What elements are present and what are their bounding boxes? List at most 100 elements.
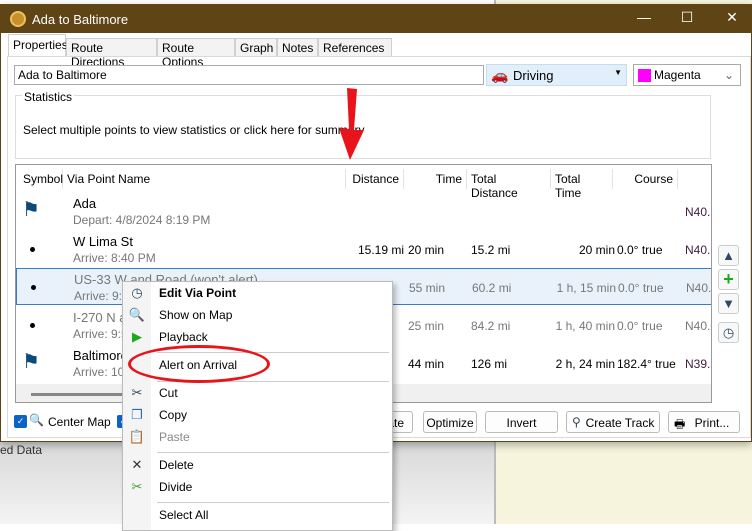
- cell-total-time: 1 h, 40 min: [555, 319, 615, 333]
- column-header-total-time[interactable]: Total Time: [551, 169, 613, 200]
- statistics-label: Statistics: [22, 90, 75, 104]
- tab-properties[interactable]: Properties: [8, 34, 68, 56]
- move-down-button[interactable]: ▼: [718, 293, 739, 314]
- cell-time: 20 min: [408, 243, 445, 257]
- move-up-button[interactable]: ▲: [718, 245, 739, 266]
- annotation-arrow: [339, 88, 364, 160]
- column-header-name[interactable]: Via Point Name: [63, 169, 346, 189]
- title-bar[interactable]: Ada to Baltimore — ☐ ✕: [1, 5, 751, 33]
- color-swatch: [638, 69, 651, 82]
- center-map-label: Center Map: [48, 415, 111, 429]
- column-header-distance[interactable]: Distance: [346, 169, 404, 189]
- dropdown-arrow-icon: ▼: [614, 68, 622, 77]
- menu-item-select-all[interactable]: Select All: [159, 508, 208, 522]
- mode-dropdown[interactable]: 🚗 Driving ▼: [486, 64, 627, 86]
- table-row[interactable]: W Lima St Arrive: 8:40 PM 15.19 mi 20 min 15…: [16, 231, 711, 268]
- statistics-message[interactable]: Select multiple points to view statistic…: [23, 123, 364, 137]
- mode-value: Driving: [513, 68, 554, 83]
- copy-icon: ❐: [131, 407, 143, 422]
- annotation-ellipse: [128, 345, 270, 383]
- via-point-name: W Lima St: [73, 234, 133, 249]
- cell-total-time: 1 h, 15 min: [556, 281, 616, 295]
- window-title: Ada to Baltimore: [32, 12, 129, 27]
- maximize-button[interactable]: ☐: [672, 9, 702, 29]
- via-point-time: Arrive: 8:40 PM: [73, 251, 156, 265]
- invert-button[interactable]: Invert: [485, 411, 558, 433]
- table-row[interactable]: ⚑ Ada Depart: 4/8/2024 8:19 PM N40.7: [16, 193, 711, 230]
- clock-icon: ◷: [131, 285, 143, 300]
- chevron-down-icon: ⌄: [723, 68, 734, 82]
- cell-pos: N40.0: [685, 319, 711, 333]
- flag-icon: ⚑: [22, 351, 40, 373]
- paste-icon: 📋: [128, 429, 146, 444]
- via-point-name: I-270 N a: [73, 310, 127, 325]
- menu-item-delete[interactable]: Delete: [159, 458, 194, 472]
- cell-total-distance: 15.2 mi: [471, 243, 511, 257]
- menu-item-edit-via-point[interactable]: Edit Via Point: [159, 286, 236, 300]
- tab-graph[interactable]: Graph: [235, 38, 277, 56]
- track-icon: ⚲: [572, 415, 581, 429]
- menu-item-show-on-map[interactable]: Show on Map: [159, 308, 232, 322]
- column-header-course[interactable]: Course: [613, 169, 678, 189]
- scissors-icon: ✂: [131, 385, 143, 400]
- color-value: Magenta: [654, 68, 701, 82]
- cell-pos: N40.7: [685, 205, 711, 219]
- print-button[interactable]: 🖶 Print...: [668, 411, 740, 433]
- create-track-button[interactable]: ⚲ Create Track: [566, 411, 660, 433]
- cell-time: 55 min: [409, 281, 446, 295]
- cell-pos: N40.1: [686, 281, 712, 295]
- cell-course: 0.0° true: [617, 319, 663, 333]
- x-icon: ✕: [131, 457, 143, 472]
- column-header-time[interactable]: Time: [404, 169, 467, 189]
- cell-total-distance: 60.2 mi: [472, 281, 512, 295]
- dot-icon: [31, 285, 36, 290]
- map-magnifier-icon: 🔍: [128, 307, 146, 322]
- cell-course: 182.4° true: [617, 357, 676, 371]
- dot-icon: [30, 323, 35, 328]
- cell-course: 0.0° true: [617, 243, 663, 257]
- optimize-button[interactable]: Optimize: [423, 411, 477, 433]
- minimize-button[interactable]: —: [629, 9, 659, 29]
- cell-time: 25 min: [408, 319, 445, 333]
- cell-time: 44 min: [408, 357, 445, 371]
- dot-icon: [30, 247, 35, 252]
- cell-total-time: 2 h, 24 min: [555, 357, 615, 371]
- play-icon: ▶: [132, 329, 142, 344]
- via-point-time: Arrive: 10: [73, 365, 125, 379]
- tab-references[interactable]: References: [318, 38, 392, 56]
- menu-separator: [157, 452, 389, 453]
- clock-button[interactable]: ◷: [718, 322, 739, 343]
- cell-pos: N39.8: [685, 357, 711, 371]
- menu-item-playback[interactable]: Playback: [159, 330, 208, 344]
- tab-notes[interactable]: Notes: [277, 38, 318, 56]
- menu-item-divide[interactable]: Divide: [159, 480, 192, 494]
- divide-icon: ✂: [131, 479, 143, 494]
- cell-total-distance: 126 mi: [471, 357, 508, 371]
- close-button[interactable]: ✕: [717, 9, 747, 29]
- cell-total-time: 20 min: [578, 243, 615, 257]
- menu-item-paste[interactable]: Paste: [159, 430, 190, 444]
- map-magnifier-icon: 🔍: [29, 413, 44, 427]
- create-track-label: Create Track: [585, 416, 655, 430]
- flag-icon: ⚑: [22, 199, 40, 221]
- menu-item-copy[interactable]: Copy: [159, 408, 187, 422]
- center-map-checkbox[interactable]: ✓: [14, 415, 27, 428]
- via-point-name: Baltimore: [73, 348, 128, 363]
- tab-route-options[interactable]: Route Options: [157, 38, 235, 69]
- app-logo-icon: [10, 11, 26, 27]
- tab-bar: Properties Route Directions Route Option…: [8, 34, 748, 69]
- car-icon: 🚗: [491, 67, 509, 83]
- print-label: Print...: [694, 416, 730, 430]
- printer-icon: 🖶: [674, 417, 686, 431]
- tab-route-directions[interactable]: Route Directions: [66, 38, 157, 69]
- via-point-time: Arrive: 9:5: [73, 327, 128, 341]
- column-header-total-distance[interactable]: Total Distance: [467, 169, 551, 200]
- via-point-name: Ada: [73, 196, 97, 211]
- column-header-symbol[interactable]: Symbol: [19, 169, 63, 189]
- cell-pos: N40.6: [685, 243, 711, 257]
- add-button[interactable]: +: [718, 269, 739, 290]
- cell-distance: 15.19 mi: [357, 243, 404, 257]
- menu-item-cut[interactable]: Cut: [159, 386, 178, 400]
- color-dropdown[interactable]: Magenta ⌄: [633, 64, 741, 86]
- route-name-input[interactable]: Ada to Baltimore: [14, 65, 484, 85]
